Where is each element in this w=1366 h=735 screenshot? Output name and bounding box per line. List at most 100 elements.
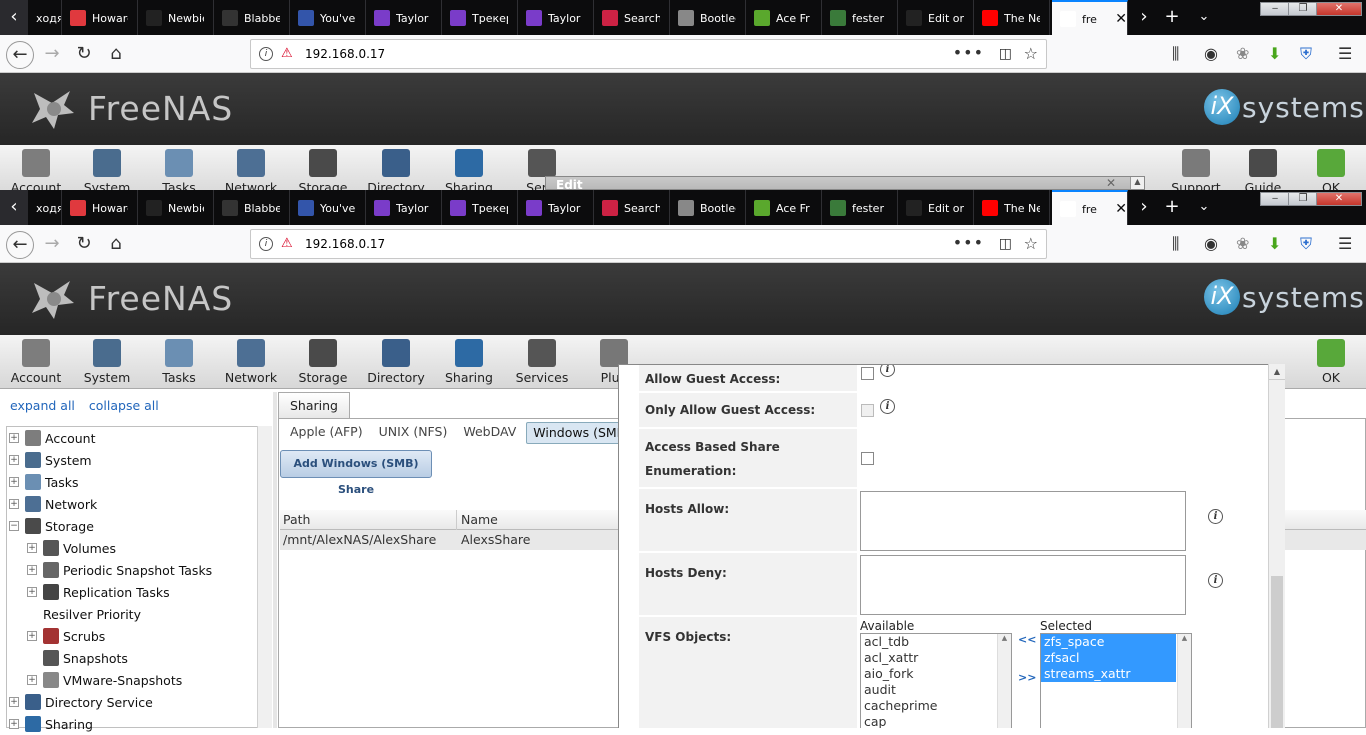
vfs-available-item[interactable]: cacheprime <box>861 698 1011 714</box>
download-icon[interactable]: ⬇ <box>1268 44 1281 63</box>
toolbar-item[interactable]: Support <box>1160 145 1232 190</box>
pane-splitter[interactable] <box>273 392 277 728</box>
toolbar-item[interactable]: Tasks <box>143 145 215 190</box>
forward-arrow-icon[interactable]: → <box>38 231 66 259</box>
tree-node[interactable]: Snapshots <box>27 647 128 669</box>
shield-icon[interactable]: ⛨ <box>1300 234 1312 254</box>
vfs-available-item[interactable]: acl_xattr <box>861 650 1011 666</box>
site-info-icon[interactable]: i <box>259 47 273 61</box>
browser-tab[interactable]: Трекер <box>442 190 518 226</box>
browser-tab[interactable]: Bootleg <box>670 190 746 226</box>
toolbar-item[interactable]: Sharing <box>433 145 505 190</box>
toolbar-item[interactable]: Network <box>215 145 287 190</box>
tree-node[interactable]: Resilver Priority <box>27 603 141 625</box>
tree-node[interactable]: + Volumes <box>27 537 116 559</box>
toolbar-item[interactable]: Directory <box>360 145 432 190</box>
expand-toggle-icon[interactable]: + <box>9 697 19 707</box>
url-text[interactable]: 192.168.0.17 <box>305 47 385 61</box>
vfs-available-item[interactable]: acl_tdb <box>861 634 1011 650</box>
browser-tab[interactable]: Bootleg <box>670 0 746 36</box>
browser-tab[interactable]: Ace Fr <box>746 0 822 36</box>
browser-tab[interactable]: Taylor <box>366 190 442 226</box>
browser-tab[interactable]: ходят <box>28 190 62 226</box>
toolbar-item[interactable]: System <box>71 335 143 389</box>
browser-tab[interactable]: fester <box>822 190 898 226</box>
maximize-button[interactable]: ❐ <box>1288 2 1318 16</box>
browser-tab[interactable]: Taylor <box>518 190 594 226</box>
browser-tab[interactable]: Search <box>594 0 670 36</box>
browser-tab[interactable]: Taylor <box>518 0 594 36</box>
browser-tab[interactable]: The Ne <box>974 190 1050 226</box>
subtab[interactable]: WebDAV <box>457 422 522 444</box>
toolbar-item[interactable]: Services <box>506 335 578 389</box>
toolbar-item[interactable]: Account <box>0 145 72 190</box>
reload-icon[interactable]: ↻ <box>70 231 98 259</box>
subtab[interactable]: UNIX (NFS) <box>373 422 454 444</box>
pocket-icon[interactable]: ◫ <box>999 236 1012 252</box>
browser-tab[interactable]: Newbie <box>138 0 214 36</box>
url-text[interactable]: 192.168.0.17 <box>305 237 385 251</box>
tree-node[interactable]: + Network <box>9 493 97 515</box>
page-actions-icon[interactable]: ••• <box>953 43 984 62</box>
close-tab-icon[interactable]: ✕ <box>1115 11 1127 27</box>
home-icon[interactable]: ⌂ <box>102 231 130 259</box>
expand-toggle-icon[interactable]: + <box>27 587 37 597</box>
vfs-selected-item[interactable]: zfs_space <box>1041 634 1176 650</box>
download-icon[interactable]: ⬇ <box>1268 234 1281 253</box>
column-header-path[interactable]: Path <box>283 512 310 527</box>
info-icon[interactable]: i <box>1208 509 1223 524</box>
browser-tab[interactable]: ходят <box>28 0 62 36</box>
extension-icon[interactable]: ❀ <box>1236 44 1249 63</box>
browser-tab[interactable]: Edit or <box>898 190 974 226</box>
library-icon[interactable]: ⫼ <box>1172 44 1179 64</box>
minimize-button[interactable]: ‒ <box>1260 192 1290 206</box>
extension-icon[interactable]: ❀ <box>1236 234 1249 253</box>
expand-toggle-icon[interactable]: + <box>9 433 19 443</box>
vfs-selected-list[interactable]: zfs_space zfsacl streams_xattr ▲ <box>1040 633 1192 728</box>
vfs-available-item[interactable]: audit <box>861 682 1011 698</box>
forward-arrow-icon[interactable]: → <box>38 41 66 69</box>
menu-icon[interactable]: ☰ <box>1338 44 1352 63</box>
list-scrollbar[interactable]: ▲ <box>997 634 1011 728</box>
browser-tab[interactable]: You've <box>290 0 366 36</box>
close-window-button[interactable]: ✕ <box>1316 192 1362 206</box>
info-icon[interactable]: i <box>1208 573 1223 588</box>
tree-scrollbar[interactable] <box>257 426 272 728</box>
toolbar-item[interactable]: OK <box>1295 335 1366 389</box>
insecure-lock-icon[interactable]: ⚠ <box>281 46 293 61</box>
browser-tab[interactable]: The Ne <box>974 0 1050 36</box>
browser-tab[interactable]: Taylor <box>366 0 442 36</box>
list-all-tabs-icon[interactable]: ⌄ <box>1188 190 1220 226</box>
bookmark-star-icon[interactable]: ☆ <box>1024 234 1038 253</box>
browser-tab[interactable]: Blabber <box>214 190 290 226</box>
toolbar-item[interactable]: System <box>71 145 143 190</box>
close-icon[interactable]: ✕ <box>1106 176 1116 190</box>
browser-tab[interactable]: Ace Fr <box>746 190 822 226</box>
new-tab-icon[interactable]: + <box>1156 190 1188 226</box>
tree-node[interactable]: − Storage <box>9 515 94 537</box>
browser-tab[interactable]: Edit or <box>898 0 974 36</box>
browser-tab[interactable]: Search <box>594 190 670 226</box>
hosts-deny-textarea[interactable] <box>860 555 1186 615</box>
list-scrollbar[interactable]: ▲ <box>1177 634 1191 728</box>
tree-node[interactable]: + VMware-Snapshots <box>27 669 182 691</box>
add-smb-share-button[interactable]: Add Windows (SMB) Share <box>280 450 432 496</box>
scroll-up-arrow[interactable]: ▲ <box>1130 177 1144 189</box>
toolbar-item[interactable]: Account <box>0 335 72 389</box>
expand-toggle-icon[interactable]: + <box>27 565 37 575</box>
menu-icon[interactable]: ☰ <box>1338 234 1352 253</box>
browser-tab[interactable]: Howard <box>62 190 138 226</box>
address-bar[interactable]: i ⚠ 192.168.0.17 ••• ◫ ☆ <box>250 229 1047 259</box>
expand-toggle-icon[interactable]: + <box>9 499 19 509</box>
expand-all-link[interactable]: expand all <box>10 398 75 413</box>
sync-icon[interactable]: ◉ <box>1204 234 1218 253</box>
browser-tab[interactable]: Howard <box>62 0 138 36</box>
minimize-button[interactable]: ‒ <box>1260 2 1290 16</box>
tree-node[interactable]: + Sharing <box>9 713 93 735</box>
site-info-icon[interactable]: i <box>259 237 273 251</box>
tree-node[interactable]: + Scrubs <box>27 625 105 647</box>
expand-toggle-icon[interactable]: + <box>9 455 19 465</box>
library-icon[interactable]: ⫼ <box>1172 234 1179 254</box>
vfs-available-item[interactable]: aio_fork <box>861 666 1011 682</box>
vfs-available-list[interactable]: acl_tdb acl_xattr aio_fork audit cacheprime c… <box>860 633 1012 728</box>
